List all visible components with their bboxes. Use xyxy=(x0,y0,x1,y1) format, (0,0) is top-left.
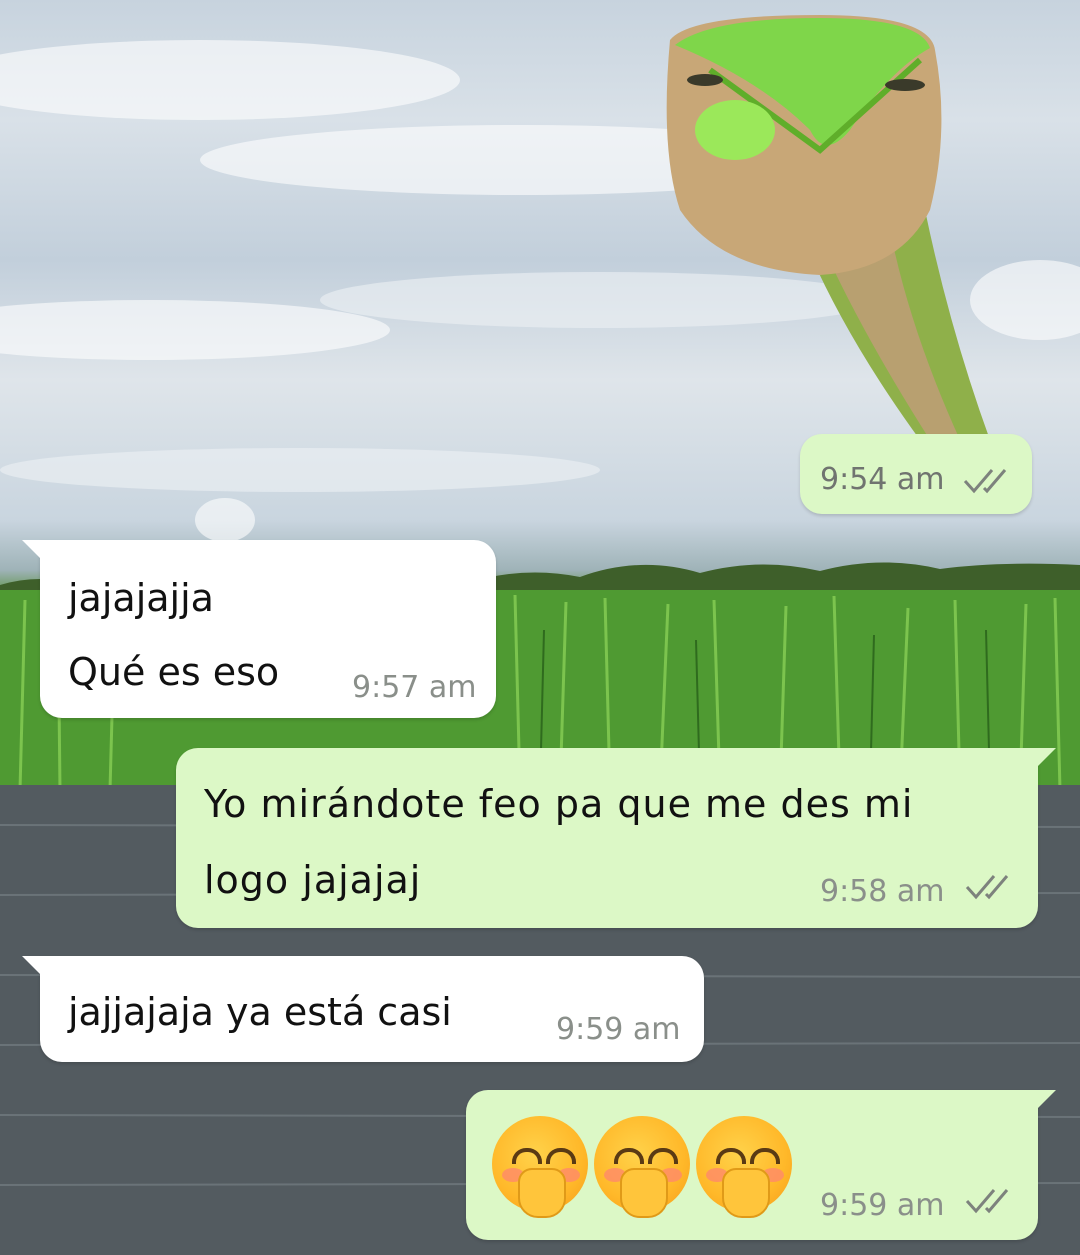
read-receipt-icon xyxy=(965,1189,1009,1214)
message-timestamp: 9:54 am xyxy=(820,462,945,497)
message-timestamp: 9:59 am xyxy=(556,1012,681,1047)
message-text-line: jajajajja xyxy=(68,576,214,620)
message-timestamp: 9:57 am xyxy=(352,670,477,705)
message-bubble-sent[interactable]: 9:54 am xyxy=(800,434,1032,514)
message-bubble-sent[interactable]: Yo mirándote feo pa que me des mi logo j… xyxy=(176,748,1056,928)
message-text-line: Yo mirándote feo pa que me des mi xyxy=(204,782,914,826)
green-creature-sticker xyxy=(666,15,990,440)
read-receipt-icon xyxy=(965,875,1009,900)
message-bubble-received[interactable]: jajjajaja ya está casi 9:59 am xyxy=(22,956,704,1062)
message-text-line: logo jajajaj xyxy=(204,858,422,902)
message-timestamp: 9:59 am xyxy=(820,1188,945,1223)
bubble-tail xyxy=(1030,748,1056,774)
message-bubble-sent[interactable]: 9:59 am xyxy=(466,1090,1056,1240)
face-with-hand-over-mouth-icon xyxy=(696,1116,792,1218)
message-bubble-received[interactable]: jajajajja Qué es eso 9:57 am xyxy=(22,540,496,718)
bubble-tail xyxy=(22,540,48,566)
message-text-line: Qué es eso xyxy=(68,650,280,694)
face-with-hand-over-mouth-icon xyxy=(594,1116,690,1218)
message-timestamp: 9:58 am xyxy=(820,874,945,909)
bubble-tail xyxy=(22,956,48,982)
bubble-tail xyxy=(1030,1090,1056,1116)
read-receipt-icon xyxy=(963,469,1007,494)
face-with-hand-over-mouth-icon xyxy=(492,1116,588,1218)
message-text-line: jajjajaja ya está casi xyxy=(68,990,452,1034)
